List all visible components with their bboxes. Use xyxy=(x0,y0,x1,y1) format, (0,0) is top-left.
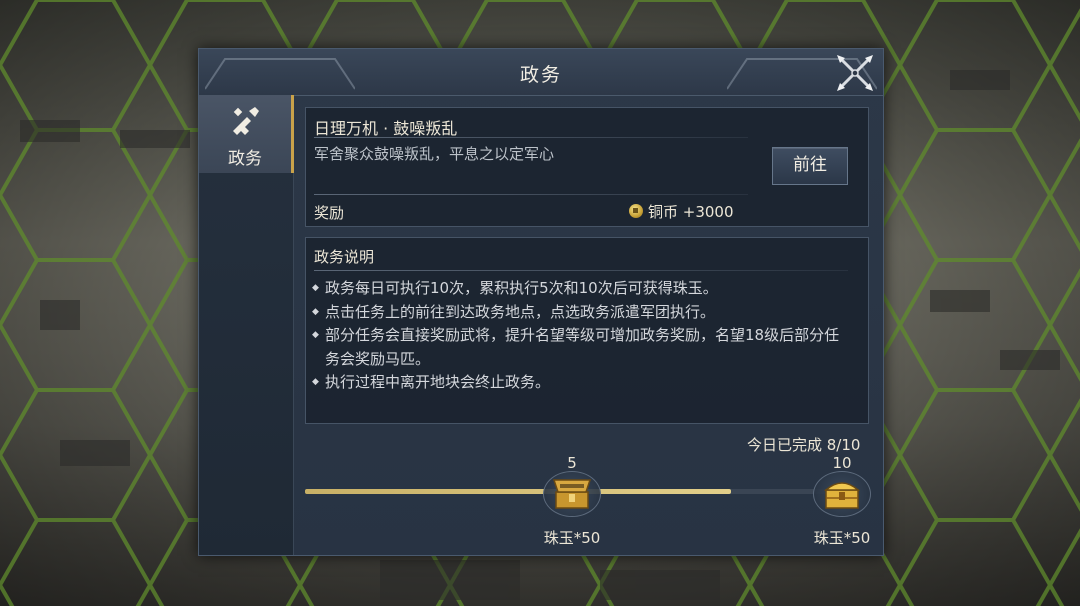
task-title-divider xyxy=(314,137,748,138)
info-divider xyxy=(314,270,848,271)
gold-treasure-chest-button[interactable] xyxy=(813,471,871,517)
info-list: 政务每日可执行10次，累积执行5次和10次后可获得珠玉。 点击任务上的前往到达政… xyxy=(312,277,852,395)
dialog-title: 政务 xyxy=(519,64,562,86)
sidebar: 政务 xyxy=(199,95,294,555)
milestone-count: 10 xyxy=(832,454,852,472)
reward-value: 铜币 +3000 xyxy=(648,203,734,221)
milestone-reward: 珠玉*50 xyxy=(543,529,601,547)
task-title: 日理万机 · 鼓噪叛乱 xyxy=(314,119,458,138)
task-desc-divider xyxy=(314,194,748,195)
info-item: 执行过程中离开地块会终止政务。 xyxy=(312,371,852,395)
info-item: 点击任务上的前往到达政务地点，点选政务派遣军团执行。 xyxy=(312,301,852,325)
close-button[interactable] xyxy=(833,51,877,95)
task-panel: 日理万机 · 鼓噪叛乱 军舍聚众鼓噪叛乱，平息之以定军心 前往 奖励 铜币 +3… xyxy=(305,107,869,227)
info-item: 部分任务会直接奖励武将，提升名望等级可增加政务奖励，名望18级后部分任务会奖励马… xyxy=(312,324,852,371)
tab-government-affairs[interactable]: 政务 xyxy=(199,95,294,173)
milestone-10: 10 珠玉*50 xyxy=(807,455,877,548)
copper-coin-icon xyxy=(629,204,643,218)
progress-fill xyxy=(305,489,731,494)
info-panel: 政务说明 政务每日可执行10次，累积执行5次和10次后可获得珠玉。 点击任务上的… xyxy=(305,237,869,424)
milestone-reward: 珠玉*50 xyxy=(813,529,871,547)
gold-treasure-chest-icon xyxy=(824,482,860,509)
crossed-blades-close-icon xyxy=(837,55,873,91)
info-heading: 政务说明 xyxy=(314,248,375,266)
info-item: 政务每日可执行10次，累积执行5次和10次后可获得珠玉。 xyxy=(312,277,852,301)
milestone-5: 5 珠玉*50 xyxy=(537,455,607,548)
goto-button[interactable]: 前往 xyxy=(772,147,848,185)
open-treasure-chest-icon xyxy=(552,479,592,509)
government-affairs-dialog: 政务 政务 日理万机 · 鼓噪叛乱 军舍聚众鼓噪叛乱，平息之以定军心 前往 奖励… xyxy=(198,48,884,556)
dialog-title-bar: 政务 xyxy=(199,49,883,96)
brush-scroll-icon xyxy=(233,107,259,135)
open-treasure-chest-button[interactable] xyxy=(543,471,601,517)
reward-label: 奖励 xyxy=(314,204,345,222)
milestone-count: 5 xyxy=(567,454,577,472)
task-description: 军舍聚众鼓噪叛乱，平息之以定军心 xyxy=(314,145,555,163)
tab-label: 政务 xyxy=(228,149,262,169)
daily-progress-label: 今日已完成 8/10 xyxy=(747,436,861,454)
